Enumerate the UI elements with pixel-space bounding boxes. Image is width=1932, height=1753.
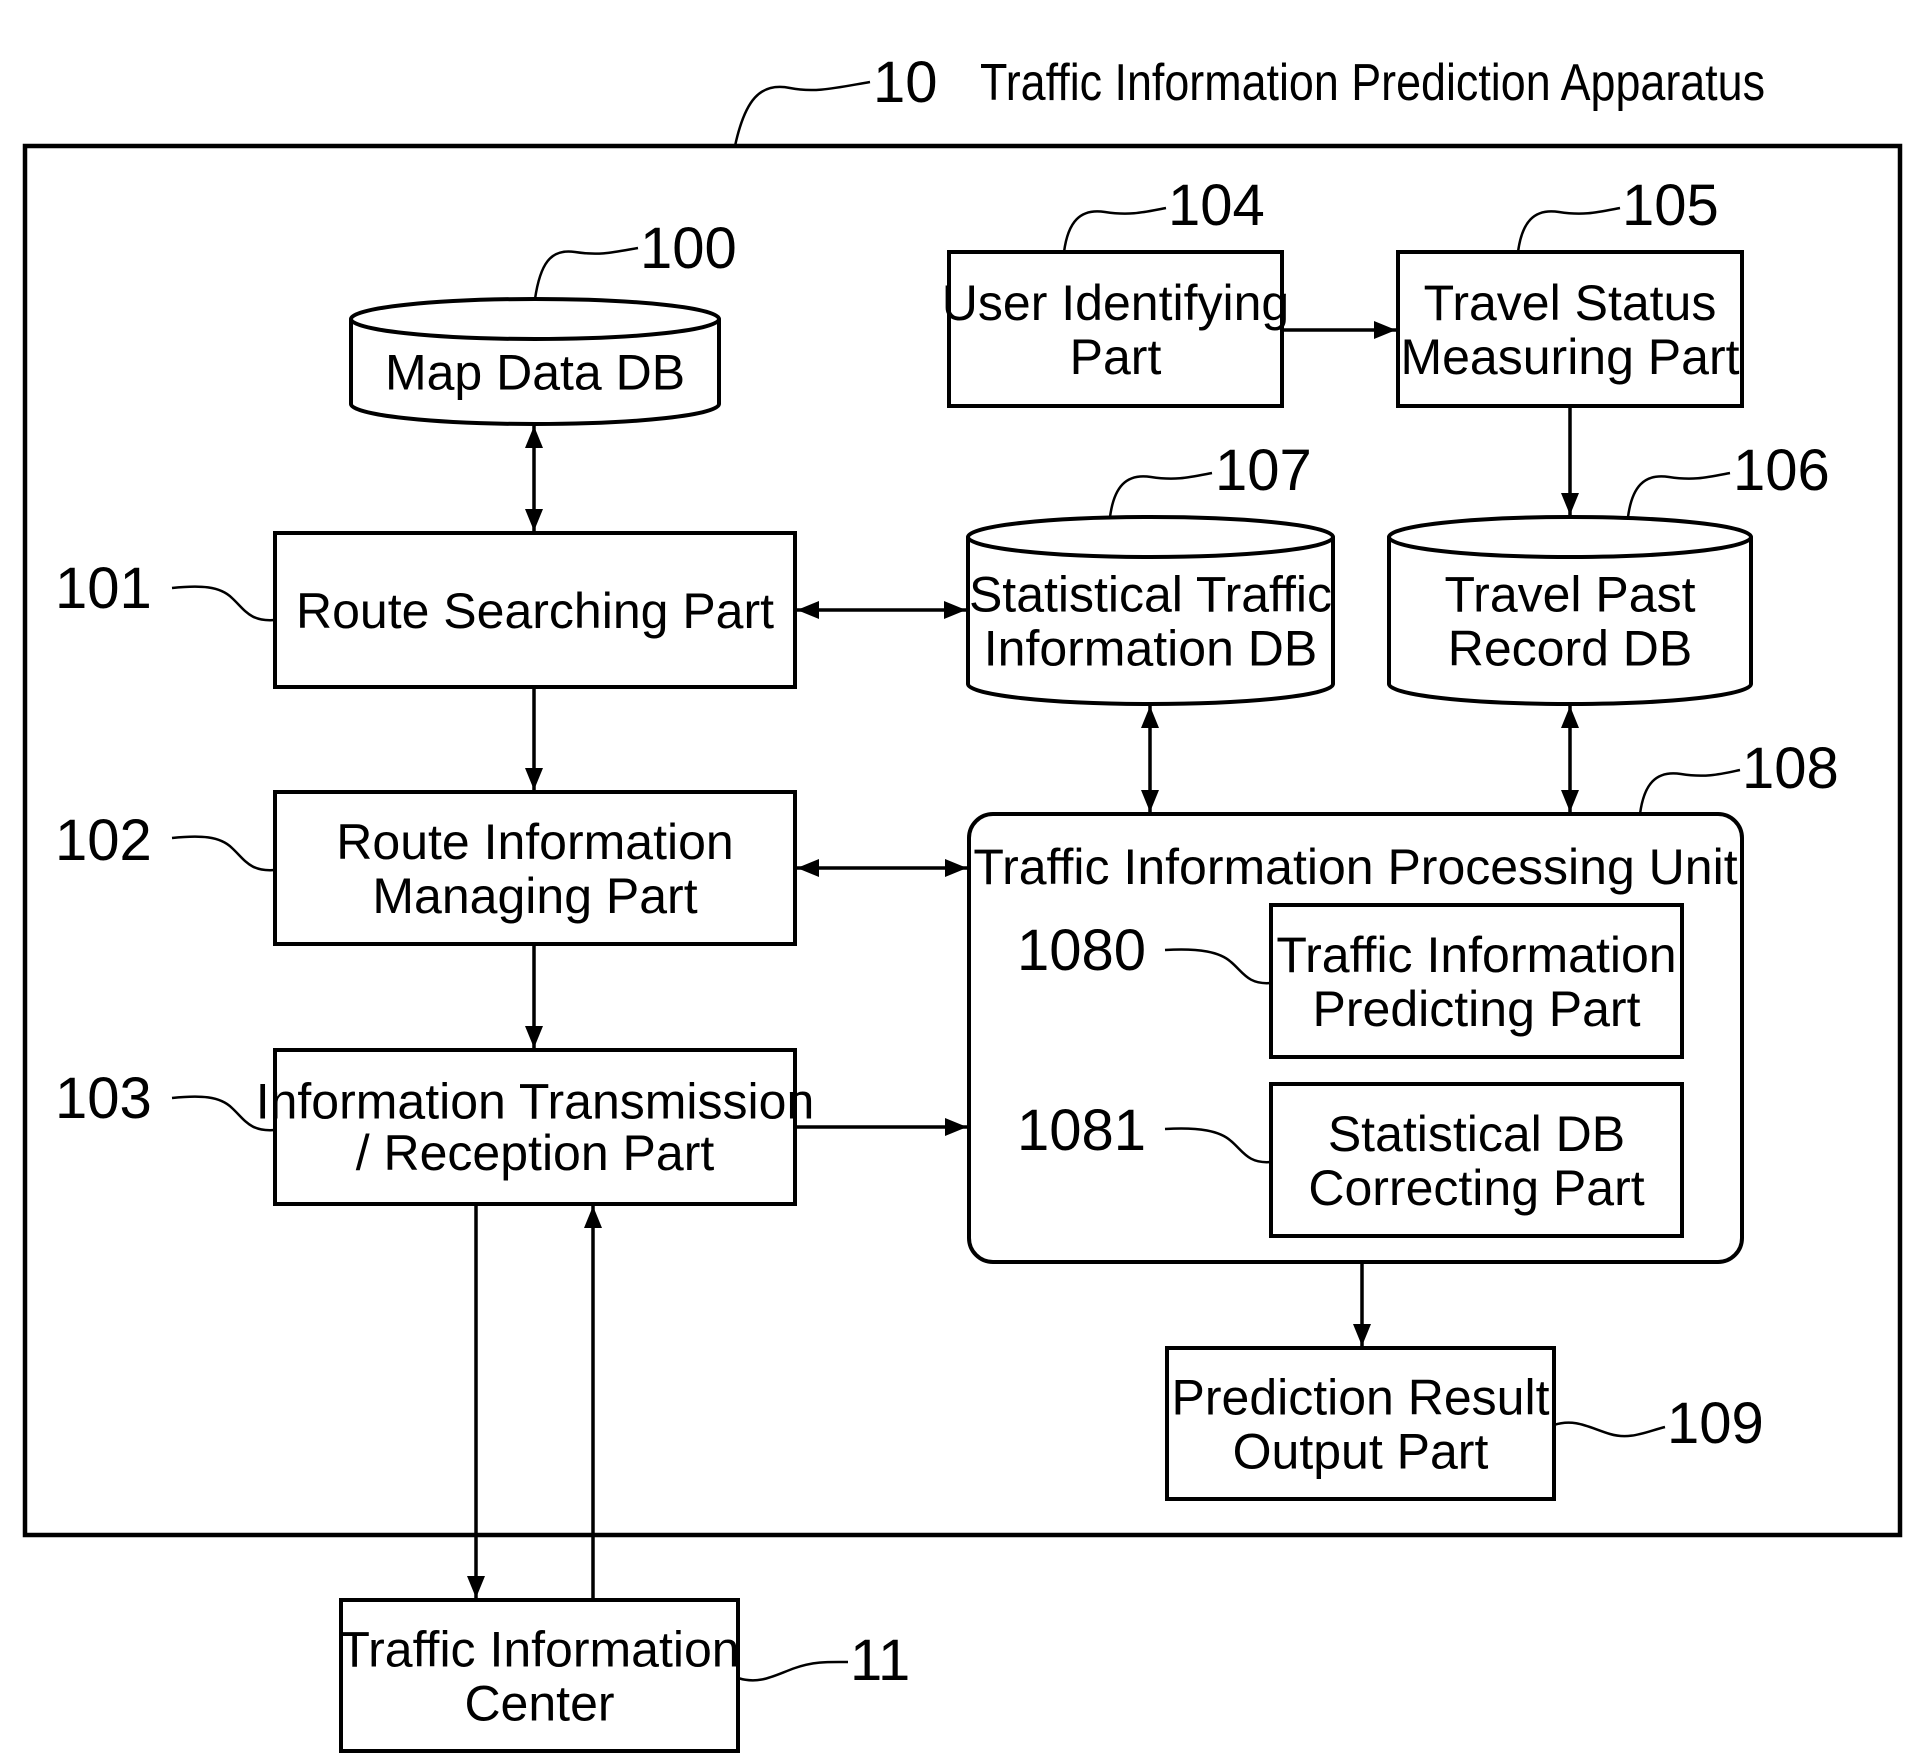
reference-number: 108 [1742,736,1839,801]
arrowhead-icon [584,1206,602,1228]
edge-travelstatus-travelpast [1561,408,1579,515]
processing-unit-title: Traffic Information Processing Unit [973,839,1737,895]
arrowhead-icon [945,859,967,877]
trans-recep-label-line: / Reception Part [356,1125,715,1181]
edge-routesearch-statdb [797,601,966,619]
arrowhead-icon [1141,706,1159,728]
route-manage-node[interactable]: Route InformationManaging Part 102 [55,790,797,946]
reference-number: 102 [55,808,152,873]
travel-past-db-node[interactable]: Travel PastRecord DB 106 [1387,438,1830,706]
reference-number: 106 [1733,438,1830,503]
apparatus-leader-line [733,80,871,147]
reference-number: 103 [55,1066,152,1131]
apparatus-ref: 10 [873,50,938,115]
reference-number: 109 [1667,1391,1764,1456]
travel-status-node[interactable]: Travel StatusMeasuring Part 105 [1396,173,1744,408]
leader-line [533,246,639,300]
edge-routemanage-transrecep [525,946,543,1048]
arrowhead-icon [1141,790,1159,812]
edge-tic-transrecep [584,1206,602,1598]
user-ident-node[interactable]: User IdentifyingPart 104 [942,173,1289,408]
leader-line [1638,768,1741,815]
correcting-label-line: Correcting Part [1308,1160,1644,1216]
edge-transrecep-tipu [797,1118,967,1136]
arrowhead-icon [1353,1324,1371,1346]
route-manage-label-line: Route Information [336,814,733,870]
reference-number: 1081 [1017,1098,1146,1163]
pred-output-node[interactable]: Prediction ResultOutput Part 109 [1165,1346,1764,1501]
travel-status-label-line: Measuring Part [1400,329,1739,385]
leader-line [1062,206,1167,253]
tic-label-line: Traffic Information [339,1622,739,1678]
arrowhead-icon [525,768,543,790]
reference-number: 104 [1168,173,1265,238]
leader-line [171,585,276,622]
edge-travelpast-tipu [1561,706,1579,812]
tic-node[interactable]: Traffic InformationCenter 11 [339,1598,910,1753]
leader-line [1108,471,1213,518]
user-ident-label-line: User Identifying [942,275,1289,331]
leader-line [1516,206,1621,253]
leader-line [1553,1421,1666,1438]
map-db-node[interactable]: Map Data DB 100 [349,216,737,426]
edge-userident-travelstatus [1284,321,1396,339]
apparatus-label: 10 Traffic Information Prediction Appara… [733,50,1765,147]
travel-past-db-label-line: Record DB [1448,621,1693,677]
arrowhead-icon [1561,706,1579,728]
reference-number: 101 [55,556,152,621]
leader-line [171,835,276,872]
arrowhead-icon [525,509,543,531]
stat-db-label-line: Information DB [984,621,1317,677]
arrowhead-icon [525,426,543,448]
map-db-label-line: Map Data DB [385,345,685,401]
arrowhead-icon [797,601,819,619]
arrowhead-icon [944,601,966,619]
arrowhead-icon [945,1118,967,1136]
arrowhead-icon [467,1576,485,1598]
route-search-label-line: Route Searching Part [296,583,774,639]
pred-output-label-line: Output Part [1233,1424,1489,1480]
stat-db-node[interactable]: Statistical TrafficInformation DB 107 [966,438,1335,706]
trans-recep-label-line: Information Transmission [256,1073,815,1129]
edge-transrecep-tic [467,1206,485,1598]
reference-number: 100 [640,216,737,281]
block-diagram: 10 Traffic Information Prediction Appara… [22,50,1903,1753]
reference-number: 11 [850,1628,910,1693]
edge-routemanage-tipu [797,859,967,877]
route-manage-label-line: Managing Part [372,868,697,924]
reference-number: 1080 [1017,918,1146,983]
apparatus-title: Traffic Information Prediction Apparatus [980,54,1765,112]
travel-past-db-label-line: Travel Past [1444,567,1695,623]
arrowhead-icon [1374,321,1396,339]
stat-db-label-line: Statistical Traffic [969,567,1332,623]
reference-number: 107 [1215,438,1312,503]
reference-number: 105 [1622,173,1719,238]
leader-line [737,1660,849,1682]
trans-recep-node[interactable]: Information Transmission/ Reception Part… [55,1048,815,1206]
user-ident-label-line: Part [1070,329,1162,385]
edge-routesearch-routemanage [525,689,543,790]
arrowhead-icon [1561,790,1579,812]
tic-label-line: Center [464,1676,614,1732]
predicting-label-line: Predicting Part [1313,981,1641,1037]
arrowhead-icon [525,1026,543,1048]
arrowhead-icon [1561,493,1579,515]
travel-status-label-line: Travel Status [1424,275,1717,331]
predicting-label-line: Traffic Information [1276,927,1676,983]
pred-output-label-line: Prediction Result [1172,1370,1550,1426]
edge-tipu-predoutput [1353,1264,1371,1346]
route-search-node[interactable]: Route Searching Part 101 [55,531,797,689]
edge-mapdb-routesearch [525,426,543,531]
edge-statdb-tipu [1141,706,1159,812]
arrowhead-icon [797,859,819,877]
correcting-label-line: Statistical DB [1328,1106,1625,1162]
leader-line [1626,471,1731,518]
